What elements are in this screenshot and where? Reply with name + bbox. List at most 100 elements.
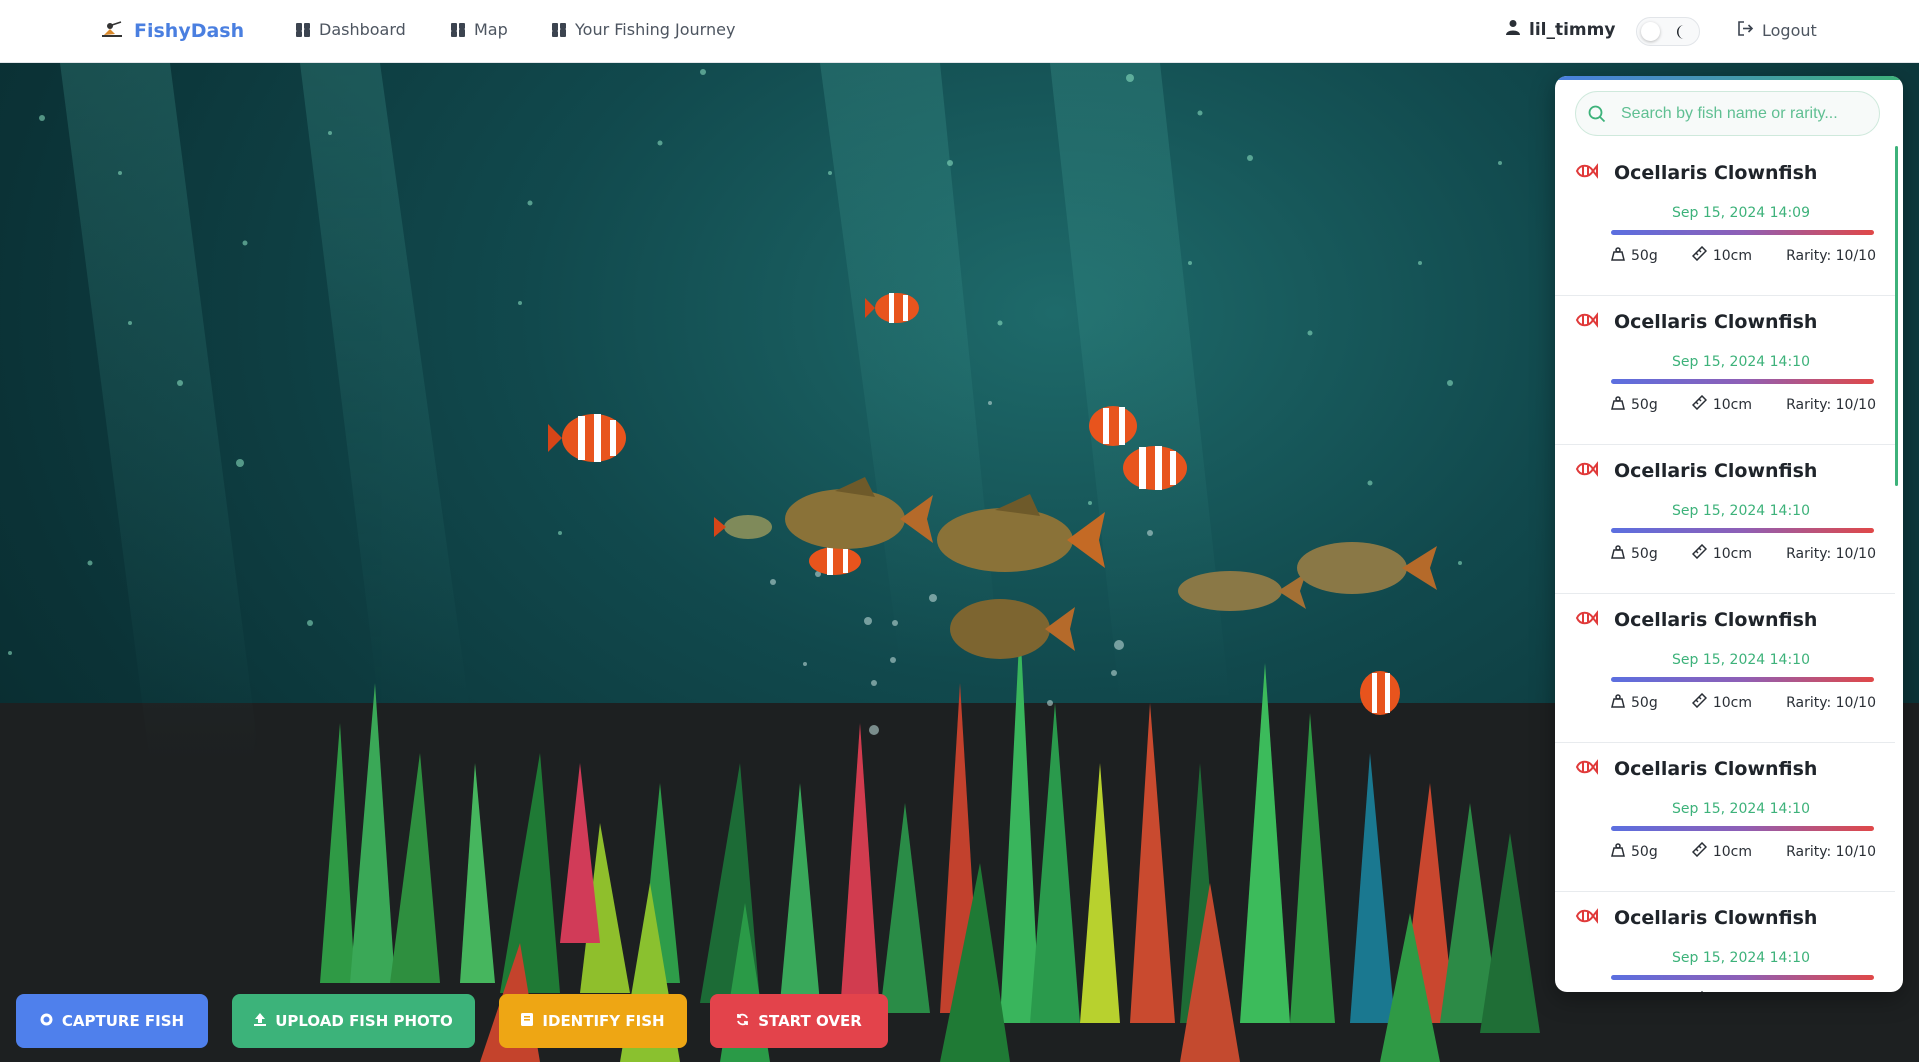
rarity-bar xyxy=(1611,230,1874,235)
weight-icon xyxy=(1611,991,1625,992)
brand-name: FishyDash xyxy=(134,20,245,42)
fish-name: Ocellaris Clownfish xyxy=(1614,758,1818,780)
upload-icon xyxy=(254,1012,267,1030)
dashboard-icon xyxy=(296,22,310,37)
catch-stats: 50g 10cm Rarity: 10/10 xyxy=(1611,245,1876,265)
catch-date: Sep 15, 2024 14:10 xyxy=(1672,652,1810,668)
length-stat: 10cm xyxy=(1691,692,1752,712)
upload-fish-photo-button[interactable]: UPLOAD FISH PHOTO xyxy=(232,994,475,1048)
rarity-stat: Rarity: 10/10 xyxy=(1786,693,1876,712)
logout-button[interactable]: Logout xyxy=(1737,20,1817,41)
theme-toggle[interactable] xyxy=(1636,17,1700,46)
ruler-icon xyxy=(1692,990,1707,992)
fish-name: Ocellaris Clownfish xyxy=(1614,460,1818,482)
panel-accent-bar xyxy=(1555,76,1903,80)
weight-stat: 50g xyxy=(1611,395,1658,414)
catch-stats: 50g 10cm Rarity: 10/10 xyxy=(1611,990,1876,992)
rarity-bar xyxy=(1611,528,1874,533)
rarity-value: Rarity: 10/10 xyxy=(1786,396,1876,413)
user-menu[interactable]: lil_timmy xyxy=(1506,19,1615,40)
weight-value: 50g xyxy=(1631,843,1658,860)
logout-label: Logout xyxy=(1762,21,1817,40)
weight-stat: 50g xyxy=(1611,991,1658,992)
rarity-value: Rarity: 10/10 xyxy=(1786,247,1876,264)
fish-name: Ocellaris Clownfish xyxy=(1614,162,1818,184)
brand[interactable]: FishyDash xyxy=(100,20,244,42)
catch-card[interactable]: Ocellaris Clownfish Sep 15, 2024 14:09 50g… xyxy=(1555,148,1895,296)
fish-name: Ocellaris Clownfish xyxy=(1614,311,1818,333)
weight-icon xyxy=(1611,395,1625,414)
ruler-icon xyxy=(1691,841,1707,861)
fish-icon xyxy=(1574,310,1598,334)
panel-scrollbar[interactable] xyxy=(1895,146,1898,486)
catch-card[interactable]: Ocellaris Clownfish Sep 15, 2024 14:10 50g… xyxy=(1555,744,1895,892)
nav-dashboard-label: Dashboard xyxy=(319,20,406,39)
length-stat: 10cm xyxy=(1691,841,1752,861)
catch-date: Sep 15, 2024 14:10 xyxy=(1672,503,1810,519)
length-stat: 10cm xyxy=(1691,394,1752,414)
catch-card[interactable]: Ocellaris Clownfish Sep 15, 2024 14:10 50g… xyxy=(1555,595,1895,743)
weight-icon xyxy=(1611,544,1625,563)
ruler-icon xyxy=(1691,692,1707,712)
weight-stat: 50g xyxy=(1611,693,1658,712)
catch-history-panel: Ocellaris Clownfish Sep 15, 2024 14:09 50g… xyxy=(1555,76,1903,992)
top-navbar: FishyDash Dashboard Map Your Fishing Jou… xyxy=(0,0,1919,63)
capture-fish-label: CAPTURE FISH xyxy=(61,1012,185,1030)
start-over-label: START OVER xyxy=(758,1012,862,1030)
identify-icon xyxy=(521,1012,534,1030)
catch-card[interactable]: Ocellaris Clownfish Sep 15, 2024 14:10 50g… xyxy=(1555,446,1895,594)
nav-map[interactable]: Map xyxy=(451,20,508,39)
length-value: 10cm xyxy=(1712,396,1752,413)
fish-name: Ocellaris Clownfish xyxy=(1614,609,1818,631)
catch-stats: 50g 10cm Rarity: 10/10 xyxy=(1611,692,1876,712)
start-over-button[interactable]: START OVER xyxy=(710,994,888,1048)
rarity-stat: Rarity: 10/10 xyxy=(1786,991,1876,992)
identify-fish-button[interactable]: IDENTIFY FISH xyxy=(499,994,687,1048)
rarity-bar xyxy=(1611,975,1874,980)
catch-card[interactable]: Ocellaris Clownfish Sep 15, 2024 14:10 50g… xyxy=(1555,893,1895,992)
camera-icon xyxy=(40,1012,53,1030)
rarity-stat: Rarity: 10/10 xyxy=(1786,842,1876,861)
length-stat: 10cm xyxy=(1691,543,1752,563)
rarity-stat: Rarity: 10/10 xyxy=(1786,395,1876,414)
ruler-icon xyxy=(1691,394,1707,414)
weight-value: 50g xyxy=(1631,247,1658,264)
weight-stat: 50g xyxy=(1611,544,1658,563)
ruler-icon xyxy=(1691,245,1707,265)
rarity-value: Rarity: 10/10 xyxy=(1786,694,1876,711)
rarity-stat: Rarity: 10/10 xyxy=(1786,246,1876,265)
nav-fishing-journey-label: Your Fishing Journey xyxy=(575,20,736,39)
weight-stat: 50g xyxy=(1611,842,1658,861)
weight-stat: 50g xyxy=(1611,246,1658,265)
search-box[interactable] xyxy=(1575,91,1880,136)
length-value: 10cm xyxy=(1712,843,1752,860)
fish-icon xyxy=(1574,757,1598,781)
weight-value: 50g xyxy=(1631,694,1658,711)
capture-fish-button[interactable]: CAPTURE FISH xyxy=(16,994,208,1048)
weight-value: 50g xyxy=(1631,545,1658,562)
catch-date: Sep 15, 2024 14:10 xyxy=(1672,801,1810,817)
dashboard-icon xyxy=(552,22,566,37)
nav-dashboard[interactable]: Dashboard xyxy=(296,20,406,39)
weight-icon xyxy=(1611,693,1625,712)
nav-fishing-journey[interactable]: Your Fishing Journey xyxy=(552,20,735,39)
catch-stats: 50g 10cm Rarity: 10/10 xyxy=(1611,394,1876,414)
rarity-bar xyxy=(1611,677,1874,682)
toggle-knob xyxy=(1641,22,1660,41)
length-value: 10cm xyxy=(1712,545,1752,562)
identify-fish-label: IDENTIFY FISH xyxy=(542,1012,665,1030)
fish-icon xyxy=(1574,161,1598,185)
rarity-stat: Rarity: 10/10 xyxy=(1786,544,1876,563)
length-stat: 10cm xyxy=(1691,245,1752,265)
search-input[interactable] xyxy=(1621,104,1871,123)
catch-date: Sep 15, 2024 14:10 xyxy=(1672,354,1810,370)
weight-value: 50g xyxy=(1631,396,1658,413)
rarity-value: Rarity: 10/10 xyxy=(1786,545,1876,562)
logout-icon xyxy=(1737,20,1754,41)
rarity-bar xyxy=(1611,826,1874,831)
fish-icon xyxy=(1574,608,1598,632)
length-value: 10cm xyxy=(1712,247,1752,264)
catch-card[interactable]: Ocellaris Clownfish Sep 15, 2024 14:10 50g… xyxy=(1555,297,1895,445)
fish-icon xyxy=(1574,459,1598,483)
catch-date: Sep 15, 2024 14:10 xyxy=(1672,950,1810,966)
